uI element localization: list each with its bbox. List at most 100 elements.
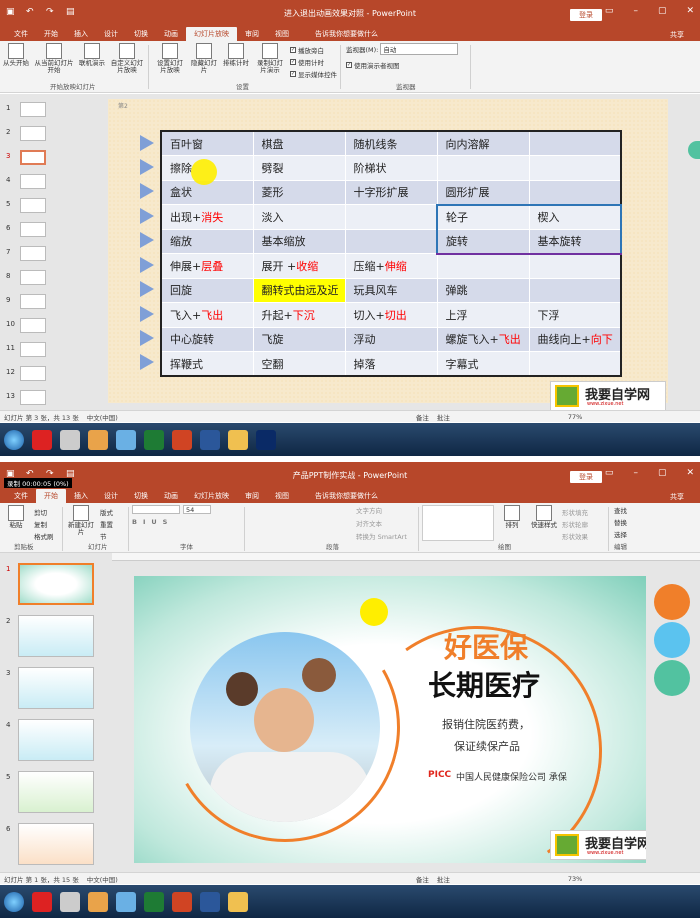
online-present-button[interactable]: 联机演示: [78, 43, 106, 67]
app-icon[interactable]: [88, 429, 108, 450]
italic-icon[interactable]: I: [143, 518, 145, 526]
use-timings-check[interactable]: ✓ 使用计时: [290, 57, 337, 67]
media-controls-check[interactable]: ✓ 显示媒体控件: [290, 69, 337, 79]
login-button[interactable]: 登录: [570, 9, 602, 21]
layout-button[interactable]: 版式: [100, 507, 113, 517]
start-icon[interactable]: [4, 429, 24, 450]
app-icon[interactable]: [60, 429, 80, 450]
reset-button[interactable]: 重置: [100, 519, 113, 529]
tab-design[interactable]: 设计: [96, 27, 126, 41]
app-icon[interactable]: [116, 891, 136, 912]
notes-button[interactable]: 备注: [416, 412, 429, 422]
color-swatch-green[interactable]: [654, 660, 690, 696]
tab-animations[interactable]: 动画: [156, 27, 186, 41]
share-button[interactable]: 共享: [662, 490, 692, 504]
minimize-icon[interactable]: –: [633, 6, 638, 16]
tell-me-box[interactable]: 告诉我你想要做什么: [307, 27, 386, 41]
tab-view[interactable]: 视图: [267, 489, 297, 503]
monitor-select[interactable]: 监视器(M): 自动: [346, 43, 459, 55]
arrange-button[interactable]: 排列: [498, 505, 526, 529]
excel-icon[interactable]: [144, 891, 164, 912]
close-icon[interactable]: ✕: [686, 468, 694, 478]
tab-view[interactable]: 视图: [267, 27, 297, 41]
tab-home[interactable]: 开始: [36, 489, 66, 503]
tab-review[interactable]: 审阅: [237, 27, 267, 41]
underline-icon[interactable]: U: [151, 518, 156, 526]
shape-effect-button[interactable]: 形状效果: [562, 531, 588, 541]
tab-slideshow[interactable]: 幻灯片放映: [186, 489, 237, 503]
shape-outline-button[interactable]: 形状轮廓: [562, 519, 588, 529]
color-swatch-orange[interactable]: [654, 584, 690, 620]
minimize-icon[interactable]: –: [633, 468, 638, 478]
app-icon[interactable]: [32, 429, 52, 450]
align-text-button[interactable]: 对齐文本: [356, 518, 382, 528]
share-button[interactable]: 共享: [662, 28, 692, 42]
word-icon[interactable]: [200, 429, 220, 450]
ribbon-options-icon[interactable]: ▭: [605, 468, 614, 478]
folder-icon[interactable]: [228, 429, 248, 450]
start-icon[interactable]: [4, 891, 24, 912]
tab-transitions[interactable]: 切换: [126, 27, 156, 41]
tab-transitions[interactable]: 切换: [126, 489, 156, 503]
tab-file[interactable]: 文件: [6, 27, 36, 41]
quick-styles-button[interactable]: 快速样式: [530, 505, 558, 529]
comments-button[interactable]: 批注: [437, 874, 450, 884]
powerpoint-icon[interactable]: [172, 891, 192, 912]
from-current-button[interactable]: 从当前幻灯片开始: [34, 43, 74, 74]
slideshow-icon[interactable]: ▤: [66, 7, 76, 17]
hide-slide-button[interactable]: 隐藏幻灯片: [190, 43, 218, 74]
maximize-icon[interactable]: ▢: [658, 6, 667, 16]
record-button[interactable]: 录制幻灯片演示: [254, 43, 286, 74]
rehearse-button[interactable]: 排练计时: [222, 43, 250, 67]
comments-button[interactable]: 批注: [437, 412, 450, 422]
tab-review[interactable]: 审阅: [237, 489, 267, 503]
tab-insert[interactable]: 插入: [66, 489, 96, 503]
close-icon[interactable]: ✕: [686, 6, 694, 16]
select-button[interactable]: 选择: [614, 529, 627, 539]
cut-button[interactable]: 剪切: [34, 507, 54, 517]
zoom-level[interactable]: 73%: [568, 875, 582, 883]
setup-show-button[interactable]: 设置幻灯片放映: [154, 43, 186, 74]
shape-fill-button[interactable]: 形状填充: [562, 507, 588, 517]
format-painter-button[interactable]: 格式刷: [34, 531, 54, 541]
color-swatch-blue[interactable]: [654, 622, 690, 658]
copy-button[interactable]: 复制: [34, 519, 54, 529]
folder-icon[interactable]: [228, 891, 248, 912]
tab-insert[interactable]: 插入: [66, 27, 96, 41]
text-direction-button[interactable]: 文字方向: [356, 505, 382, 515]
find-button[interactable]: 查找: [614, 505, 627, 515]
custom-show-button[interactable]: 自定义幻灯片放映: [110, 43, 144, 74]
new-slide-button[interactable]: 新建幻灯片: [66, 505, 96, 536]
tab-slideshow[interactable]: 幻灯片放映: [186, 27, 237, 41]
login-button[interactable]: 登录: [570, 471, 602, 483]
ribbon-options-icon[interactable]: ▭: [605, 6, 614, 16]
tab-file[interactable]: 文件: [6, 489, 36, 503]
photoshop-icon[interactable]: [256, 429, 276, 450]
word-icon[interactable]: [200, 891, 220, 912]
tab-home[interactable]: 开始: [36, 27, 66, 41]
redo-icon[interactable]: ↷: [46, 7, 56, 17]
tell-me-box[interactable]: 告诉我你想要做什么: [307, 489, 386, 503]
shapes-gallery[interactable]: [422, 505, 494, 541]
app-icon[interactable]: [88, 891, 108, 912]
slide-canvas[interactable]: 第2 百叶窗 棋盘 随机线条 向内溶解 擦除 劈裂 阶梯状 盒状 菱形 十字形扩展 圆形扩展 出…: [108, 99, 668, 411]
excel-icon[interactable]: [144, 429, 164, 450]
zoom-level[interactable]: 77%: [568, 413, 582, 421]
font-size-box[interactable]: 54: [183, 505, 211, 514]
strike-icon[interactable]: S: [163, 518, 168, 526]
notes-button[interactable]: 备注: [416, 874, 429, 884]
tab-design[interactable]: 设计: [96, 489, 126, 503]
section-button[interactable]: 节: [100, 531, 113, 541]
font-name-box[interactable]: [132, 505, 180, 514]
replace-button[interactable]: 替换: [614, 517, 627, 527]
slide-canvas[interactable]: 好医保 长期医疗 报销住院医药费， 保证续保产品 PICC 中国人民健康保险公司…: [134, 576, 646, 863]
powerpoint-icon[interactable]: [172, 429, 192, 450]
save-icon[interactable]: ▣: [6, 7, 16, 17]
from-beginning-button[interactable]: 从头开始: [2, 43, 30, 67]
app-icon[interactable]: [32, 891, 52, 912]
bold-icon[interactable]: B: [132, 518, 137, 526]
play-narration-check[interactable]: ✓ 播放旁白: [290, 45, 337, 55]
maximize-icon[interactable]: ▢: [658, 468, 667, 478]
presenter-view-check[interactable]: ✓ 使用演示者视图: [346, 60, 400, 70]
app-icon[interactable]: [116, 429, 136, 450]
